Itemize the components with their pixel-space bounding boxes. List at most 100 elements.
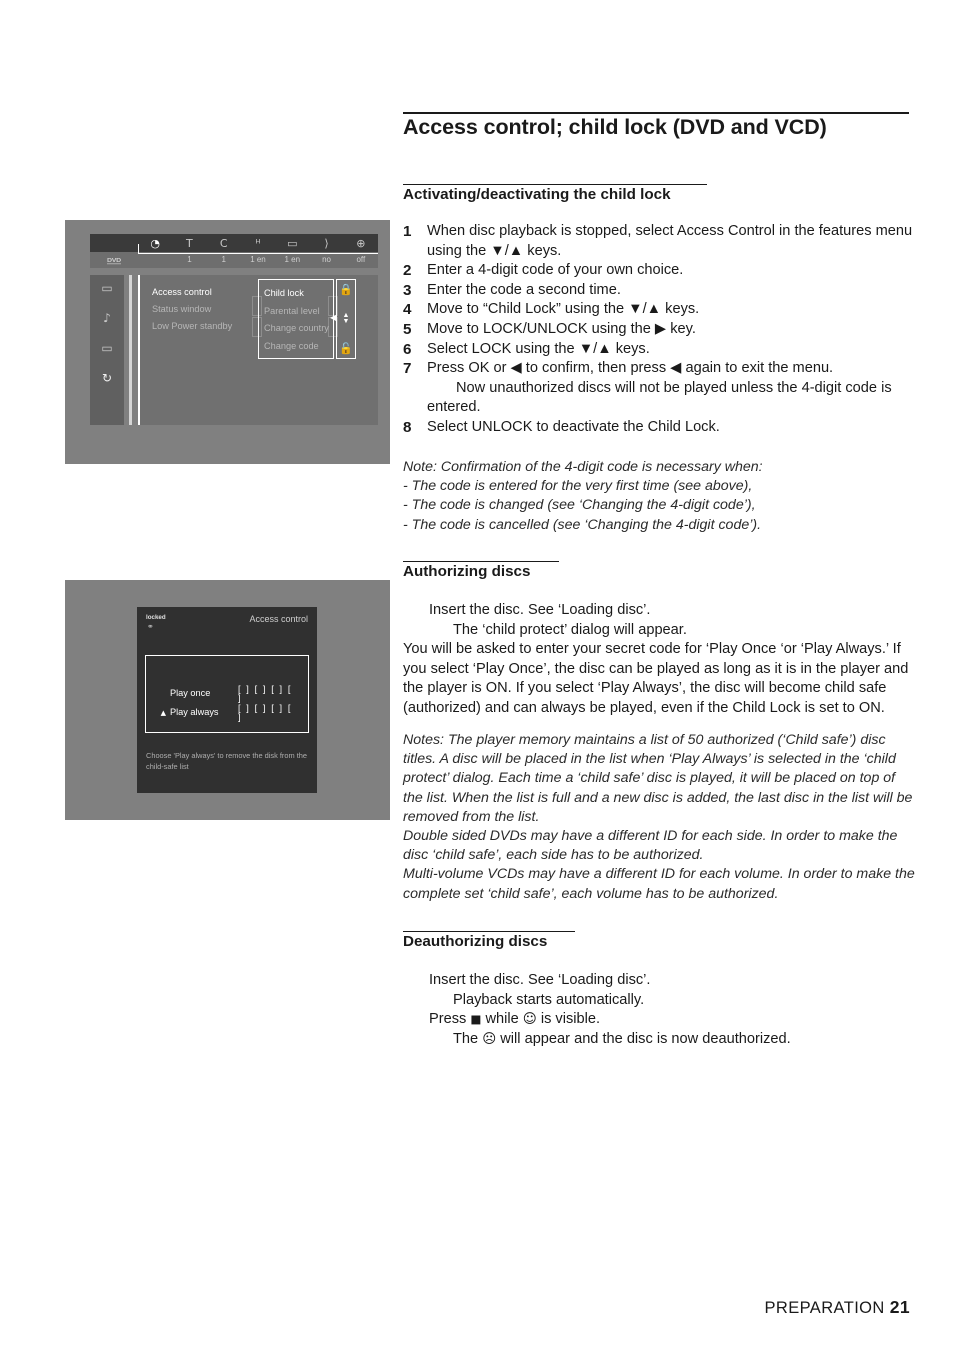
picture-settings-icon[interactable]: ▭: [101, 282, 112, 294]
option-row-play-always[interactable]: ▲ Play always [ ] [ ] [ ] [ ]: [146, 703, 300, 722]
step-number: 5: [403, 320, 412, 338]
section-heading-deauthorizing-text: Deauthorizing discs: [403, 933, 548, 950]
authorizing-intro-line-1: Insert the disc. See ‘Loading disc’.: [429, 602, 651, 618]
locked-status-label: locked: [146, 614, 166, 621]
toolbar-title-cell[interactable]: T: [172, 238, 206, 249]
step-subtext: Now unauthorized discs will not be playe…: [427, 379, 892, 416]
subtitle-icon: ▭: [287, 236, 298, 250]
visible-label: is visible.: [536, 1011, 601, 1028]
lock-open-icon[interactable]: 🔓: [339, 343, 353, 354]
title-rule: [403, 112, 909, 114]
dialog-title: Access control: [249, 614, 308, 624]
step-text-main: Press OK or ◀ to confirm, then press ◀ a…: [427, 360, 834, 377]
toolbar-subtitle-value: 1 en: [284, 255, 301, 264]
screenshot-access-control-menu: ◔ T C ᴴ ▭ ⟩ ⊕ DVD 1 1 1 en 1 en no off ▭…: [65, 220, 390, 464]
code-entry-field-play-once[interactable]: [ ] [ ] [ ] [ ]: [238, 684, 300, 703]
toolbar-angle-value: no: [322, 255, 331, 264]
list-item: 2 Enter a 4-digit code of your own choic…: [403, 261, 913, 281]
selection-arrow-icon: ▲: [160, 709, 166, 717]
list-item: 8 Select UNLOCK to deactivate the Child …: [403, 418, 913, 438]
page-footer: PREPARATION 21: [765, 1297, 911, 1318]
submenu-item-parental-level[interactable]: Parental level: [264, 303, 333, 321]
list-item: 6 Select LOCK using the ▼/▲ keys.: [403, 340, 913, 360]
list-item: 3 Enter the code a second time.: [403, 281, 913, 301]
toolbar-chapter-cell[interactable]: C: [207, 238, 241, 249]
page-title-block: Access control; child lock (DVD and VCD): [403, 112, 909, 140]
up-down-arrows-icon: ▲ ▼: [342, 312, 350, 325]
deauthorizing-body: Insert the disc. See ‘Loading disc’. Pla…: [403, 971, 915, 1049]
deauthorizing-line-4: The ☹ will appear and the disc is now de…: [403, 1030, 915, 1050]
deauthorized-label: will appear and the disc is now deauthor…: [496, 1030, 791, 1047]
osd-toolbar-icon-row: ◔ T C ᴴ ▭ ⟩ ⊕: [90, 234, 378, 252]
step-number: 8: [403, 418, 412, 436]
dialog-options-box: Play once [ ] [ ] [ ] [ ] ▲ Play always …: [145, 655, 309, 733]
chapter-icon: C: [219, 236, 228, 250]
locked-disc-icon: ⚭: [147, 622, 154, 631]
menu-item-low-power-standby[interactable]: Low Power standby: [152, 318, 252, 335]
note-confirmation-block: Note: Confirmation of the 4-digit code i…: [403, 458, 915, 535]
osd-screen-dialog: locked ⚭ Access control Play once [ ] [ …: [137, 607, 317, 793]
heading-rule: [403, 561, 559, 562]
section-heading-authorizing-text: Authorizing discs: [403, 563, 531, 580]
note-line: - The code is entered for the very first…: [403, 478, 753, 495]
step-number: 6: [403, 340, 412, 358]
step-text: Press OK or ◀ to confirm, then press ◀ a…: [427, 359, 913, 418]
heading-rule: [403, 184, 707, 185]
step-text: Move to LOCK/UNLOCK using the ▶ key.: [427, 320, 696, 337]
submenu-item-change-country[interactable]: Change country: [264, 320, 333, 338]
osd-menu-panel: Access control Status window Low Power s…: [138, 275, 378, 425]
toolbar-chapter-value: 1: [221, 255, 226, 264]
features-settings-icon[interactable]: ↻: [102, 372, 112, 384]
deauthorizing-line-1: Insert the disc. See ‘Loading disc’.: [429, 972, 651, 988]
section-heading-authorizing: Authorizing discs: [403, 561, 559, 580]
option-label-play-once: Play once: [170, 688, 211, 699]
step-text: Enter a 4-digit code of your own choice.: [427, 262, 684, 279]
osd-menu-body: ▭ ♪ ▭ ↻ Access control Status window Low…: [90, 275, 378, 425]
step-number: 7: [403, 360, 412, 378]
step-text: Select UNLOCK to deactivate the Child Lo…: [427, 418, 720, 435]
submenu-item-change-code[interactable]: Change code: [264, 338, 333, 356]
note-line: Note: Confirmation of the 4-digit code i…: [403, 459, 763, 475]
toolbar-disc-cursor-cell[interactable]: ◔: [138, 238, 172, 249]
authorizing-paragraph: You will be asked to enter your secret c…: [403, 641, 909, 716]
toolbar-zoom-cell[interactable]: ⊕: [344, 238, 378, 249]
smiley-sad-icon: ☹: [482, 1031, 497, 1047]
step-text: Move to “Child Lock” using the ▼/▲ keys.: [427, 301, 700, 318]
submenu-item-child-lock[interactable]: Child lock: [264, 285, 333, 303]
screenshot-child-protect-dialog: locked ⚭ Access control Play once [ ] [ …: [65, 580, 390, 820]
sound-settings-icon[interactable]: ♪: [103, 312, 111, 324]
dialog-hint-text: Choose 'Play always' to remove the disk …: [146, 751, 307, 771]
while-label: while: [481, 1011, 523, 1028]
step-number: 1: [403, 223, 412, 240]
note-paragraph: Notes: The player memory maintains a lis…: [403, 732, 913, 825]
section-heading-activating-text: Activating/deactivating the child lock: [403, 186, 671, 203]
section-heading-activating: Activating/deactivating the child lock: [403, 184, 707, 203]
title-icon: T: [186, 236, 193, 250]
heading-rule: [403, 931, 575, 932]
step-text: When disc playback is stopped, select Ac…: [427, 223, 913, 259]
list-item: 5 Move to LOCK/UNLOCK using the ▶ key.: [403, 320, 913, 340]
note-paragraph: Double sided DVDs may have a different I…: [403, 828, 898, 864]
toolbar-angle-cell[interactable]: ⟩: [309, 238, 343, 249]
page-title: Access control; child lock (DVD and VCD): [403, 115, 827, 139]
dvd-logo-value-cell: DVD: [90, 256, 138, 265]
menu-item-status-window[interactable]: Status window: [152, 301, 252, 318]
osd-rail-divider: [129, 275, 132, 425]
activating-steps-list: 1 When disc playback is stopped, select …: [403, 222, 913, 438]
code-entry-field-play-always[interactable]: [ ] [ ] [ ] [ ]: [238, 703, 300, 722]
option-row-play-once[interactable]: Play once [ ] [ ] [ ] [ ]: [146, 684, 300, 703]
step-number: 3: [403, 281, 412, 299]
osd-value-column: 🔒 ▲ ▼ 🔓: [336, 279, 356, 359]
lock-closed-icon[interactable]: 🔒: [339, 284, 353, 295]
step-number: 4: [403, 301, 412, 319]
authorizing-intro-line-2: The ‘child protect’ dialog will appear.: [453, 621, 687, 638]
toolbar-subtitle-cell[interactable]: ▭: [275, 238, 309, 249]
toolbar-audio-cell[interactable]: ᴴ: [241, 238, 275, 249]
footer-page-number: 21: [889, 1297, 910, 1317]
language-settings-icon[interactable]: ▭: [101, 342, 112, 354]
the-label: The: [453, 1030, 483, 1047]
authorizing-notes-block: Notes: The player memory maintains a lis…: [403, 731, 915, 904]
smiley-happy-icon: ☺: [522, 1012, 537, 1028]
toolbar-title-value: 1: [187, 255, 192, 264]
menu-item-access-control[interactable]: Access control: [152, 284, 252, 301]
